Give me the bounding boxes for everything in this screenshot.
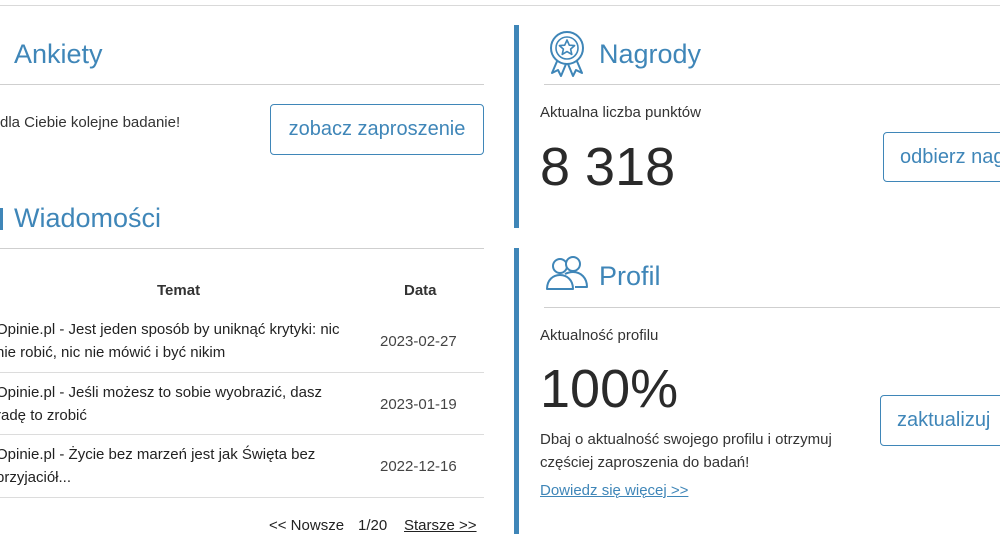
rewards-title: Nagrody [599,39,702,69]
profile-status-label: Aktualność profilu [540,327,659,344]
row-divider [0,497,484,498]
update-profile-button[interactable]: zaktualizuj [880,395,1000,446]
message-topic[interactable]: Opinie.pl - Jeśli możesz to sobie wyobra… [0,373,356,435]
view-invitation-button[interactable]: zobacz zaproszenie [270,104,484,155]
left-column: Ankiety dla Ciebie kolejne badanie! zoba… [0,0,484,549]
messages-marker [0,208,3,230]
message-date: 2022-12-16 [380,457,457,475]
profile-status-value: 100% [540,359,679,419]
profile-accent-bar [514,248,519,534]
column-header-date: Data [404,282,437,299]
surveys-message: dla Ciebie kolejne badanie! [0,114,181,131]
profile-title: Profil [599,261,661,291]
table-row[interactable]: Opinie.pl - Życie bez marzeń jest jak Św… [0,435,484,497]
learn-more-link[interactable]: Dowiedz się więcej >> [540,482,688,499]
page-indicator: 1/20 [358,517,388,534]
message-date: 2023-01-19 [380,395,457,413]
column-header-topic: Temat [157,282,201,299]
messages-title: Wiadomości [14,203,162,233]
message-date: 2023-02-27 [380,332,457,350]
users-icon [546,256,588,290]
table-row[interactable]: Opinie.pl - Jest jeden sposób by uniknąć… [0,310,484,372]
profile-description: Dbaj o aktualność swojego profilu i otrz… [540,431,832,471]
surveys-divider [0,84,484,85]
points-value: 8 318 [540,137,676,197]
claim-reward-button[interactable]: odbierz nagrodę [883,132,1000,182]
message-topic[interactable]: Opinie.pl - Jest jeden sposób by uniknąć… [0,310,356,372]
points-label: Aktualna liczba punktów [540,104,701,121]
older-link[interactable]: Starsze >> [404,517,477,534]
profile-divider [544,307,1000,308]
table-row[interactable]: Opinie.pl - Jeśli możesz to sobie wyobra… [0,373,484,435]
message-topic[interactable]: Opinie.pl - Życie bez marzeń jest jak Św… [0,435,356,497]
rewards-divider [544,84,1000,85]
rewards-accent-bar [514,25,519,228]
messages-divider [0,248,484,249]
newer-link[interactable]: << Nowsze [269,517,344,534]
award-ribbon-icon [550,31,584,77]
surveys-title: Ankiety [14,39,103,69]
